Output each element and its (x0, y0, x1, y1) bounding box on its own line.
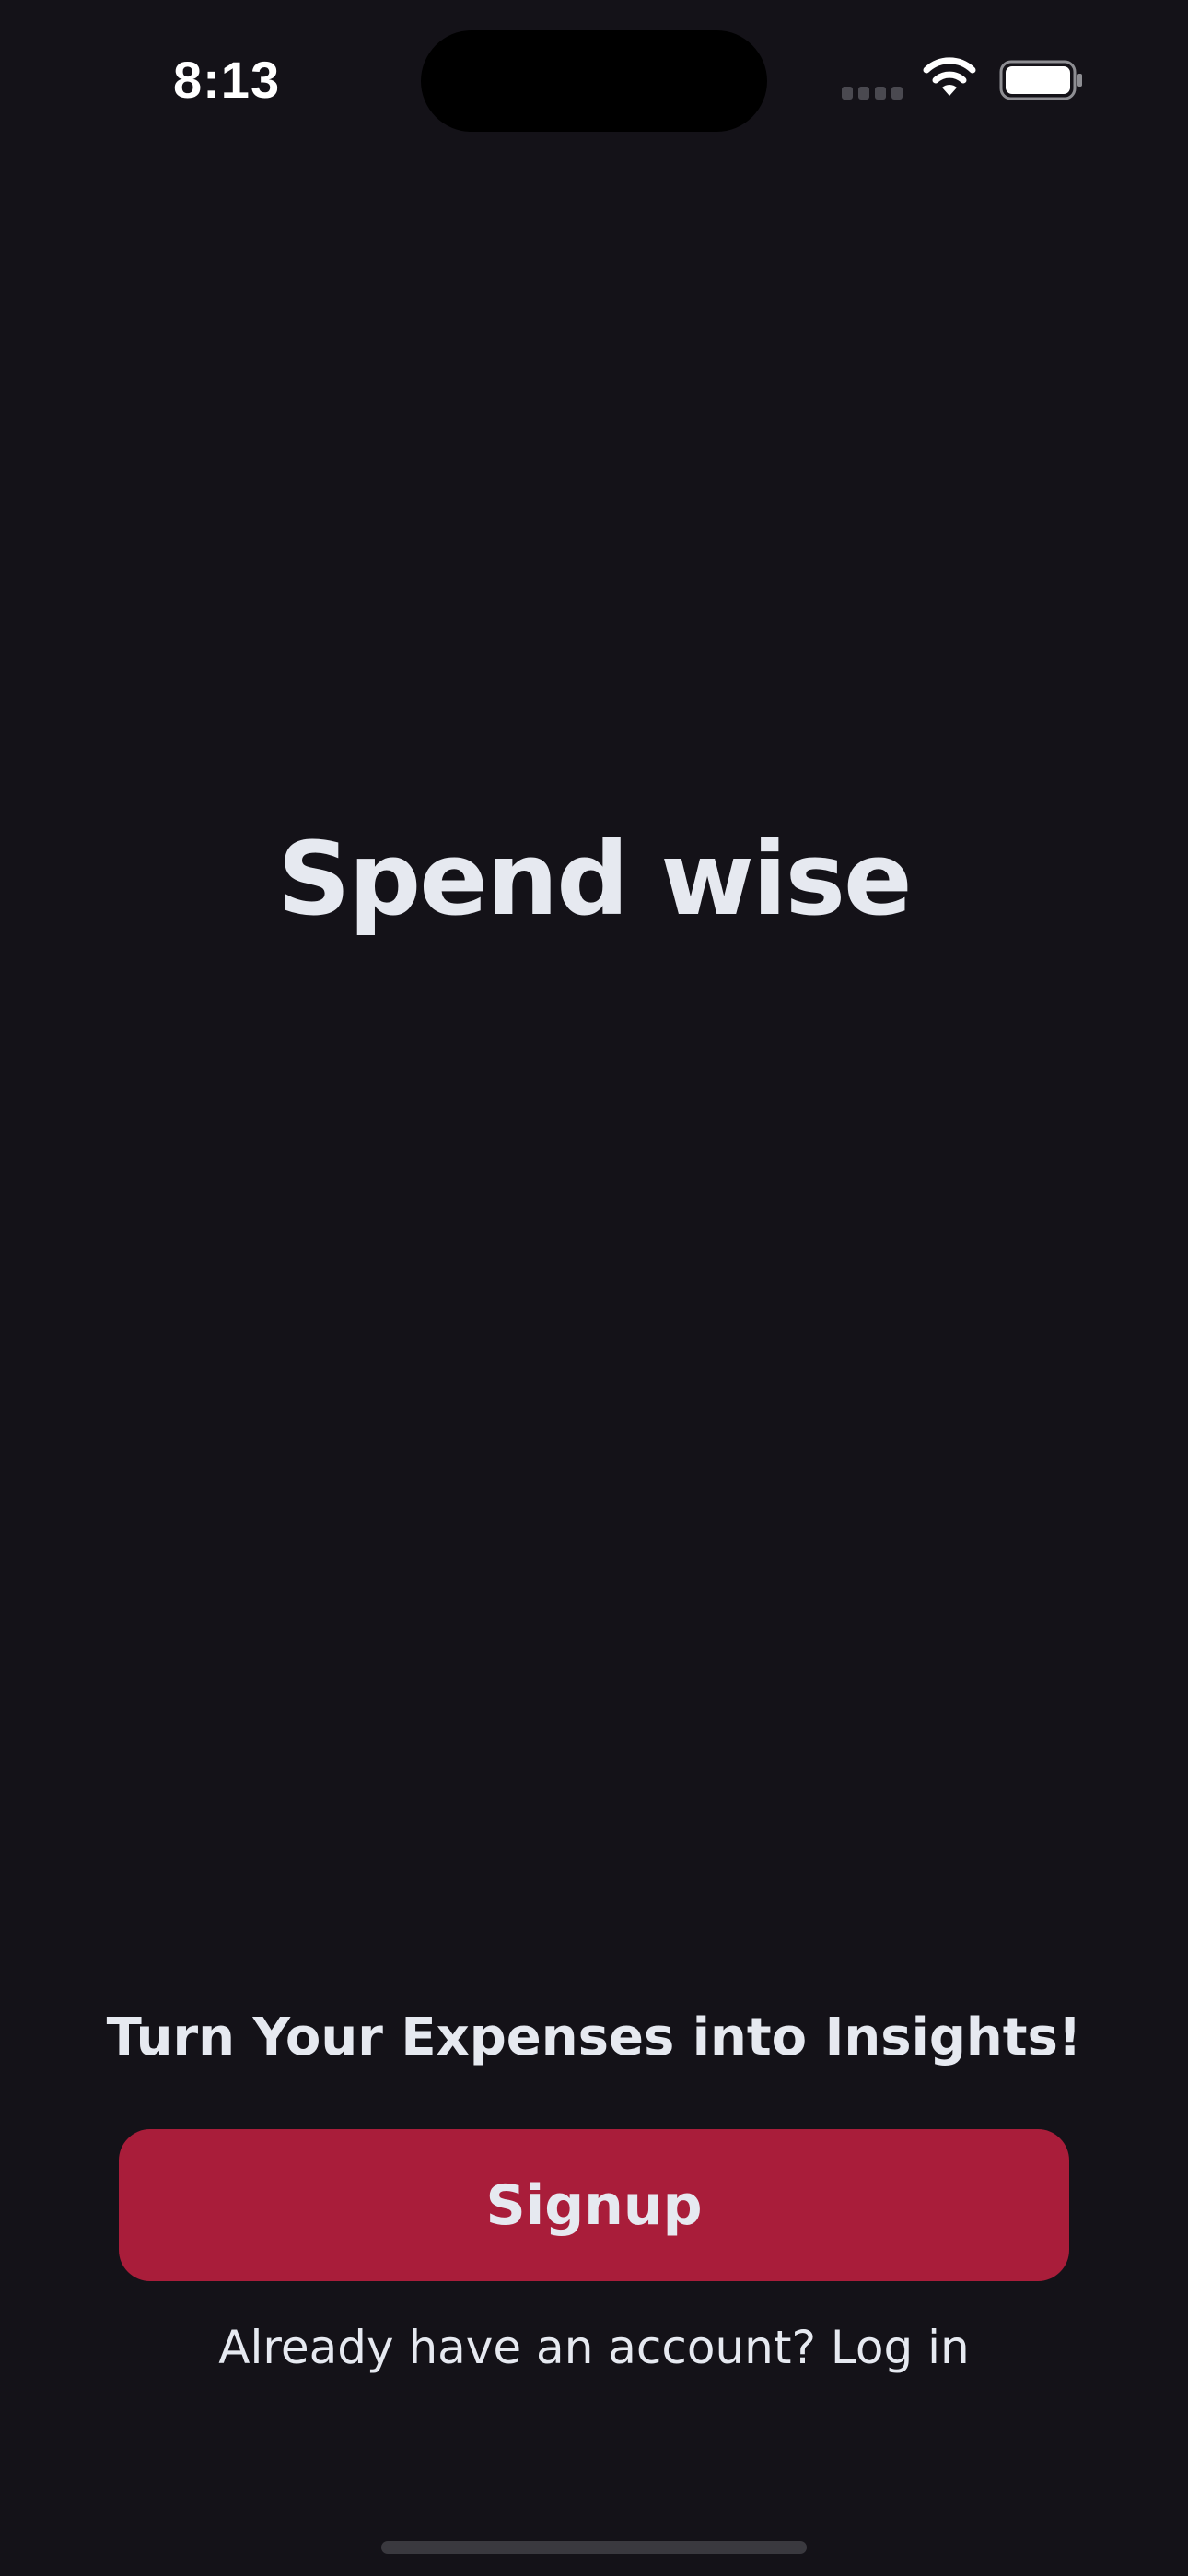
login-prompt-row: Already have an account? Log in (0, 2313, 1188, 2383)
status-time: 8:13 (173, 51, 281, 109)
home-indicator[interactable] (381, 2541, 807, 2554)
wifi-icon (923, 57, 976, 96)
tagline: Turn Your Expenses into Insights! (106, 2008, 1082, 2067)
login-prompt-text: Already have an account? (218, 2321, 817, 2374)
login-link[interactable]: Log in (831, 2321, 970, 2374)
cellular-signal-icon (842, 87, 904, 100)
dynamic-island (421, 30, 767, 132)
app-title: Spend wise (277, 820, 912, 938)
signup-button-label: Signup (485, 2172, 703, 2238)
battery-icon (999, 60, 1082, 100)
signup-button[interactable]: Signup (119, 2129, 1069, 2281)
